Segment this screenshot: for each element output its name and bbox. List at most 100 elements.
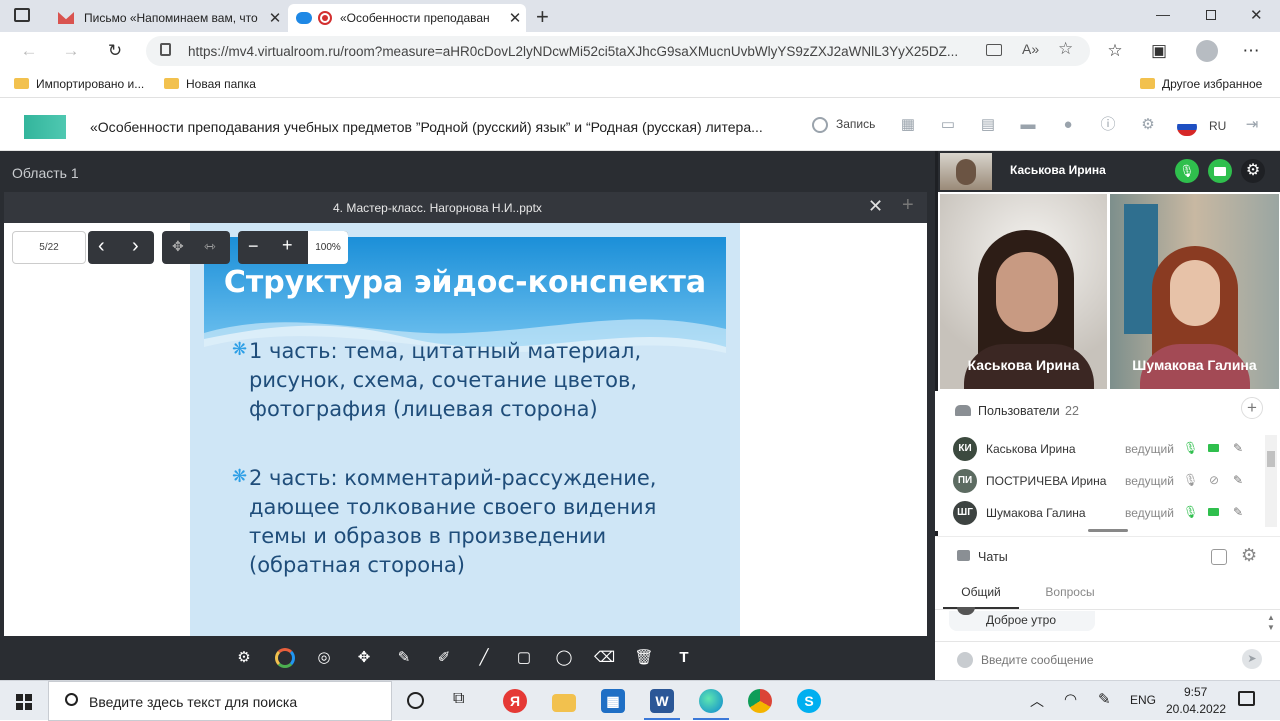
windows-start-icon[interactable] xyxy=(16,694,32,710)
yandex-browser-icon[interactable]: Я xyxy=(503,689,527,713)
next-page-icon[interactable]: › xyxy=(132,235,139,258)
eraser-tool-icon[interactable]: ⌫ xyxy=(594,648,615,668)
speaker-mic-button[interactable]: 🎙 xyxy=(1175,159,1199,183)
add-user-icon[interactable]: + xyxy=(1241,397,1263,419)
settings-gear-icon[interactable]: ⚙ xyxy=(1139,116,1157,134)
language-flag-icon[interactable] xyxy=(1177,118,1197,136)
speaker-camera-button[interactable] xyxy=(1208,159,1232,183)
files-folder-icon[interactable]: ▬ xyxy=(1019,116,1037,134)
video-tile[interactable]: Шумакова Галина xyxy=(1110,194,1279,389)
emoji-icon[interactable] xyxy=(957,652,973,668)
tab-actions-icon[interactable] xyxy=(14,8,30,22)
chat-scrollbar[interactable]: ▲ ▼ xyxy=(1267,613,1277,639)
camera-on-icon[interactable] xyxy=(1207,504,1221,520)
cortana-icon[interactable] xyxy=(407,692,424,709)
notifications-icon[interactable] xyxy=(1238,691,1255,706)
layout-grid-icon[interactable]: ▦ xyxy=(899,116,917,134)
minimize-window-icon[interactable]: — xyxy=(1156,6,1170,22)
close-tab-icon[interactable]: ✕ xyxy=(264,9,286,27)
text-tool-icon[interactable]: T xyxy=(674,648,694,668)
chat-message-input[interactable] xyxy=(981,647,1231,673)
address-bar[interactable]: https://mv4.virtualroom.ru/room?measure=… xyxy=(146,36,1090,66)
add-favorite-icon[interactable]: ☆ xyxy=(1058,39,1073,59)
user-row[interactable]: ПИ ПОСТРИЧЕВА Ирина ведущий 🎙 ⊘ ✎ xyxy=(953,467,1273,495)
new-tab-icon[interactable]: + xyxy=(536,4,549,30)
move-tool-icon[interactable]: ✥ xyxy=(354,648,374,668)
url-text[interactable]: https://mv4.virtualroom.ru/room?measure=… xyxy=(188,44,968,59)
record-button[interactable]: Запись xyxy=(812,117,875,133)
users-icon[interactable]: ● xyxy=(1059,116,1077,134)
clock-date[interactable]: 20.04.2022 xyxy=(1166,702,1226,716)
color-picker-icon[interactable] xyxy=(275,648,295,668)
video-tile[interactable]: Каськова Ирина xyxy=(940,194,1107,389)
panel-resize-handle[interactable] xyxy=(1088,529,1128,532)
mic-on-icon[interactable]: 🎙 xyxy=(1183,504,1198,520)
user-row[interactable]: КИ Каськова Ирина ведущий 🎙 ✎ xyxy=(953,435,1273,463)
mic-on-icon[interactable]: 🎙 xyxy=(1183,440,1198,456)
fit-width-icon[interactable]: ⇿ xyxy=(204,238,216,255)
delete-tool-icon[interactable]: 🗑 xyxy=(634,648,654,668)
close-tab-icon[interactable]: ✕ xyxy=(504,9,526,27)
rectangle-tool-icon[interactable]: ▢ xyxy=(514,648,534,668)
pointer-tool-icon[interactable]: ◎ xyxy=(314,648,334,668)
skype-icon[interactable]: S xyxy=(797,689,821,713)
bookmark-folder-imported[interactable]: Импортировано и... xyxy=(14,77,144,91)
highlighter-tool-icon[interactable]: ✐ xyxy=(434,648,454,668)
clock-time[interactable]: 9:57 xyxy=(1184,685,1207,699)
collections-icon[interactable]: ▣ xyxy=(1148,40,1170,62)
tab-chat-questions[interactable]: Вопросы xyxy=(1023,577,1117,609)
store-icon[interactable]: ▦ xyxy=(601,689,625,713)
browser-tab-mail[interactable]: Письмо «Напоминаем вам, что ✕ xyxy=(50,4,286,32)
tab-chat-general[interactable]: Общий xyxy=(943,577,1019,609)
prev-page-icon[interactable]: ‹ xyxy=(98,235,105,258)
more-menu-icon[interactable]: ⋯ xyxy=(1240,40,1262,62)
page-number-input[interactable]: 5/22 xyxy=(12,231,86,264)
camera-icon[interactable] xyxy=(986,44,1002,56)
speaker-settings-icon[interactable]: ⚙ xyxy=(1241,159,1265,183)
zoom-in-icon[interactable]: + xyxy=(282,235,293,256)
input-language[interactable]: ENG xyxy=(1130,693,1156,707)
zoom-out-icon[interactable]: − xyxy=(248,236,259,257)
word-icon[interactable]: W xyxy=(650,689,674,713)
camera-on-icon[interactable] xyxy=(1207,440,1221,456)
chat-settings-icon[interactable]: ⚙ xyxy=(1241,545,1257,566)
language-label[interactable]: RU xyxy=(1209,119,1226,133)
forward-icon[interactable]: → xyxy=(60,40,82,62)
show-hidden-icons[interactable]: ︿ xyxy=(1030,691,1044,711)
users-scrollbar[interactable] xyxy=(1265,435,1277,527)
user-row[interactable]: ШГ Шумакова Галина ведущий 🎙 ✎ xyxy=(953,499,1273,527)
task-view-icon[interactable]: ⧉ xyxy=(453,690,464,708)
draw-permission-icon[interactable]: ✎ xyxy=(1231,504,1245,520)
taskbar-search-box[interactable]: Введите здесь текст для поиска xyxy=(48,681,392,721)
back-icon[interactable]: ← xyxy=(18,40,40,62)
screen-share-icon[interactable]: ▭ xyxy=(939,116,957,134)
reload-icon[interactable]: ↻ xyxy=(104,40,126,62)
fit-page-icon[interactable]: ✥ xyxy=(172,238,184,255)
ellipse-tool-icon[interactable]: ◯ xyxy=(554,648,574,668)
restore-window-icon[interactable] xyxy=(1206,10,1216,20)
add-document-icon[interactable]: + xyxy=(902,194,914,217)
presentation-icon[interactable]: ▤ xyxy=(979,116,997,134)
send-icon[interactable]: ➤ xyxy=(1242,649,1262,669)
bookmark-folder-other[interactable]: Другое избранное xyxy=(1140,77,1262,91)
network-icon[interactable]: ◠ xyxy=(1064,690,1077,708)
pen-tool-icon[interactable]: ✎ xyxy=(394,648,414,668)
bookmark-folder-new[interactable]: Новая папка xyxy=(164,77,256,91)
info-icon[interactable]: ⓘ xyxy=(1099,116,1117,134)
close-document-icon[interactable]: ✕ xyxy=(868,196,883,217)
file-explorer-icon[interactable] xyxy=(552,694,576,712)
exit-icon[interactable]: ⇥ xyxy=(1243,116,1261,134)
tool-settings-icon[interactable]: ⚙ xyxy=(234,648,254,668)
pen-workspace-icon[interactable]: ✎ xyxy=(1098,690,1111,708)
chat-window-icon[interactable] xyxy=(1211,549,1227,565)
zoom-level[interactable]: 100% xyxy=(308,231,348,264)
line-tool-icon[interactable]: ╱ xyxy=(474,648,494,668)
browser-tab-room[interactable]: «Особенности преподаван ✕ xyxy=(288,4,526,32)
favorites-icon[interactable]: ☆ xyxy=(1104,40,1126,62)
close-window-icon[interactable]: ✕ xyxy=(1250,6,1263,24)
mic-off-icon[interactable]: 🎙 xyxy=(1183,472,1198,488)
edge-icon[interactable] xyxy=(699,689,723,713)
read-aloud-icon[interactable]: A» xyxy=(1022,41,1039,57)
camera-off-icon[interactable]: ⊘ xyxy=(1207,472,1221,488)
draw-permission-icon[interactable]: ✎ xyxy=(1231,472,1245,488)
